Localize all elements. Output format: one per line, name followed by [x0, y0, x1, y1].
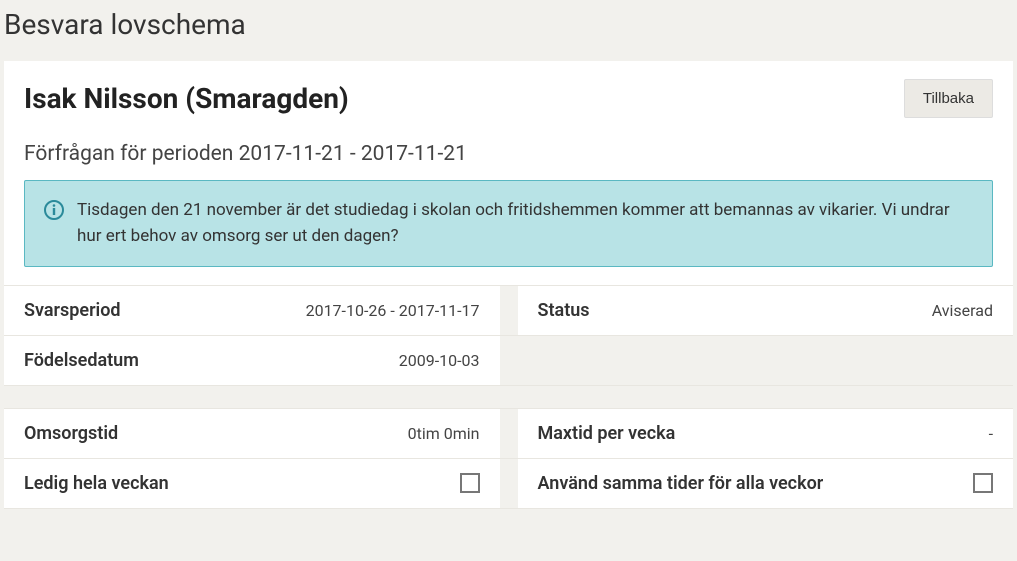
info-box: Tisdagen den 21 november är det studieda… — [24, 180, 993, 267]
fodelsedatum-value: 2009-10-03 — [399, 351, 480, 370]
page-title: Besvara lovschema — [0, 0, 1017, 61]
main-card: Isak Nilsson (Smaragden) Tillbaka Förfrå… — [4, 61, 1013, 509]
spacer — [4, 386, 1013, 408]
samma-tider-cell: Använd samma tider för alla veckor — [518, 459, 1014, 508]
svarsperiod-label: Svarsperiod — [24, 300, 121, 321]
fodelsedatum-cell: Födelsedatum 2009-10-03 — [4, 336, 500, 385]
student-name: Isak Nilsson (Smaragden) — [24, 82, 349, 115]
card-header: Isak Nilsson (Smaragden) Tillbaka — [4, 61, 1013, 132]
omsorgstid-label: Omsorgstid — [24, 423, 118, 444]
svarsperiod-cell: Svarsperiod 2017-10-26 - 2017-11-17 — [4, 286, 500, 335]
info-icon — [43, 199, 65, 225]
status-label: Status — [538, 300, 590, 321]
details-row-1: Svarsperiod 2017-10-26 - 2017-11-17 Stat… — [4, 285, 1013, 336]
care-row-2: Ledig hela veckan Använd samma tider för… — [4, 459, 1013, 509]
maxtid-label: Maxtid per vecka — [538, 423, 676, 444]
info-text: Tisdagen den 21 november är det studieda… — [77, 197, 974, 250]
gap — [500, 459, 518, 508]
gap — [500, 409, 518, 458]
svarsperiod-value: 2017-10-26 - 2017-11-17 — [306, 301, 480, 320]
empty-cell — [518, 336, 1014, 385]
omsorgstid-value: 0tim 0min — [408, 424, 480, 443]
omsorgstid-cell: Omsorgstid 0tim 0min — [4, 409, 500, 458]
back-button[interactable]: Tillbaka — [904, 79, 993, 118]
fodelsedatum-label: Födelsedatum — [24, 350, 139, 371]
status-value: Aviserad — [932, 301, 993, 320]
samma-tider-label: Använd samma tider för alla veckor — [538, 473, 824, 494]
ledig-label: Ledig hela veckan — [24, 473, 169, 494]
status-cell: Status Aviserad — [518, 286, 1014, 335]
maxtid-cell: Maxtid per vecka - — [518, 409, 1014, 458]
period-title: Förfrågan för perioden 2017-11-21 - 2017… — [4, 132, 1013, 180]
samma-tider-checkbox[interactable] — [973, 473, 993, 493]
gap — [500, 286, 518, 335]
ledig-cell: Ledig hela veckan — [4, 459, 500, 508]
ledig-checkbox[interactable] — [460, 473, 480, 493]
care-row-1: Omsorgstid 0tim 0min Maxtid per vecka - — [4, 408, 1013, 459]
gap — [500, 336, 518, 385]
maxtid-value: - — [989, 424, 993, 443]
details-row-2: Födelsedatum 2009-10-03 — [4, 336, 1013, 386]
